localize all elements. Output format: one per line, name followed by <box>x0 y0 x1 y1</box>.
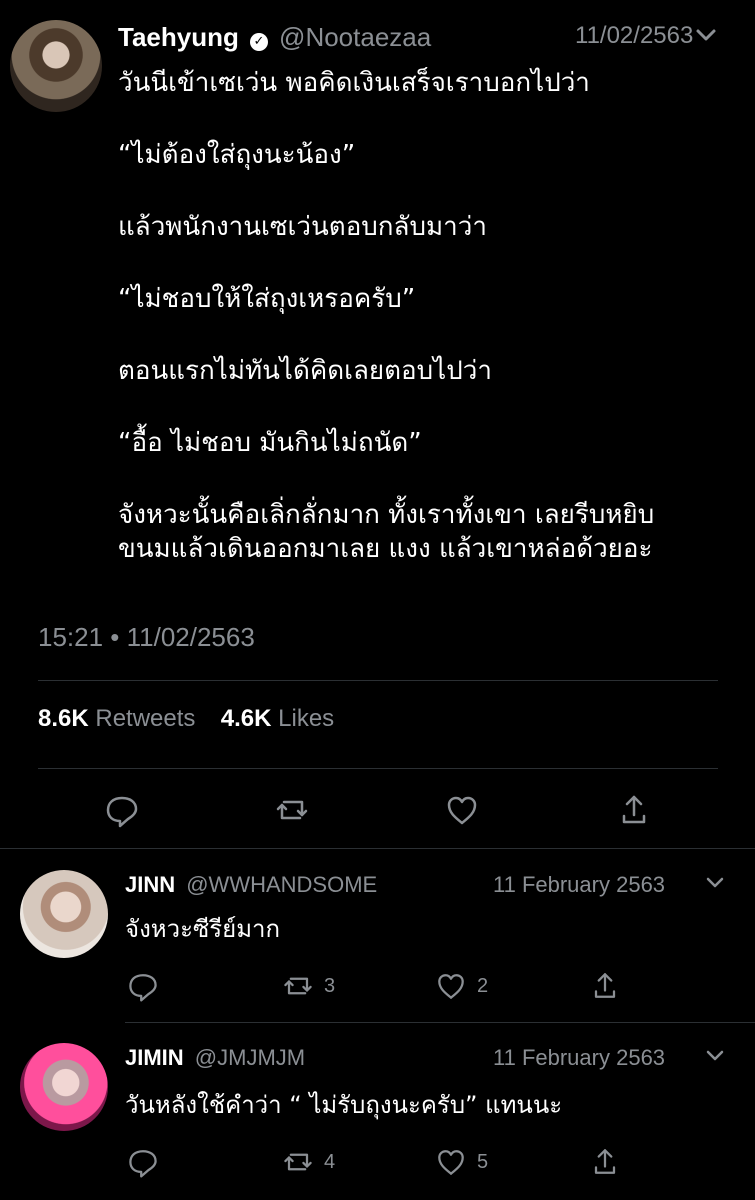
retweet-action[interactable]: 3 <box>280 968 335 1004</box>
likes-count[interactable]: 4.6K <box>221 705 272 732</box>
share-icon[interactable] <box>587 968 623 1004</box>
reply-icon[interactable] <box>102 790 142 830</box>
author-name[interactable]: Taehyung <box>118 22 239 52</box>
divider <box>125 1022 755 1023</box>
avatar[interactable] <box>20 870 108 958</box>
tweet-line: จังหวะนั้นคือเลิ่กลั่กมาก ทั้งเราทั้งเขา… <box>118 500 655 530</box>
divider <box>0 848 755 849</box>
retweet-icon[interactable] <box>272 790 312 830</box>
reply-icon[interactable] <box>125 1144 161 1180</box>
divider <box>38 768 718 769</box>
retweet-count: 3 <box>324 974 336 997</box>
reply-author-name[interactable]: JIMIN <box>125 1045 184 1070</box>
reply-action-bar: 3 2 <box>125 968 645 1008</box>
retweet-action[interactable]: 4 <box>280 1144 335 1180</box>
like-action[interactable]: 5 <box>433 1144 488 1180</box>
chevron-down-icon[interactable] <box>694 25 718 45</box>
tweet-line: แล้วพนักงานเซเว่นตอบกลับมาว่า <box>118 212 487 242</box>
reply-author-handle[interactable]: @JMJMJM <box>195 1045 305 1070</box>
reply-text: จังหวะซีรีย์มาก <box>125 915 281 943</box>
share-icon[interactable] <box>587 1144 623 1180</box>
reply-action-bar: 4 5 <box>125 1144 645 1184</box>
reply-date: 11 February 2563 <box>493 1045 666 1070</box>
like-count: 5 <box>477 1150 489 1173</box>
author-handle[interactable]: @Nootaezaa <box>279 22 431 52</box>
retweets-count[interactable]: 8.6K <box>38 705 89 732</box>
reply-header: JINN @WWHANDSOME <box>125 872 545 898</box>
chevron-down-icon[interactable] <box>704 874 726 892</box>
retweets-label[interactable]: Retweets <box>95 705 195 732</box>
likes-label[interactable]: Likes <box>278 705 334 732</box>
reply-date: 11 February 2563 <box>493 872 666 897</box>
like-action[interactable]: 2 <box>433 968 488 1004</box>
action-bar <box>102 790 682 830</box>
reply-icon[interactable] <box>125 968 161 1004</box>
tweet-line: “ไม่ชอบให้ใส่ถุงเหรอครับ” <box>118 284 416 314</box>
reply-header: JIMIN @JMJMJM <box>125 1045 545 1071</box>
chevron-down-icon[interactable] <box>704 1047 726 1065</box>
verified-badge-icon: ✓ <box>249 32 268 51</box>
retweet-icon <box>284 977 312 995</box>
share-icon[interactable] <box>614 790 654 830</box>
tweet-date: 11/02/2563 <box>575 22 694 49</box>
tweet-line: ขนมแล้วเดินออกมาเลย แงง แล้วเขาหล่อด้วยอ… <box>118 534 653 564</box>
reply-author-name[interactable]: JINN <box>125 872 175 897</box>
tweet-line: “อื้อ ไม่ชอบ มันกินไม่ถนัด” <box>118 428 422 458</box>
avatar[interactable] <box>20 1043 108 1131</box>
reply-author-handle[interactable]: @WWHANDSOME <box>186 872 377 897</box>
tweet-line: “ไม่ต้องใส่ถุงนะน้อง” <box>118 140 356 170</box>
retweet-icon <box>284 1153 312 1171</box>
like-icon <box>438 1150 464 1175</box>
tweet-body: วันนีเข้าเซเว่น พอคิดเงินเสร็จเราบอกไปว่… <box>118 66 738 586</box>
like-count: 2 <box>477 974 489 997</box>
divider <box>38 680 718 681</box>
tweet-stats: 8.6K Retweets 4.6K Likes <box>38 705 334 733</box>
tweet-line: วันนีเข้าเซเว่น พอคิดเงินเสร็จเราบอกไปว่… <box>118 68 590 98</box>
like-icon <box>438 974 464 999</box>
tweet-line: ตอนแรกไม่ทันได้คิดเลยตอบไปว่า <box>118 356 492 386</box>
avatar[interactable] <box>10 20 102 112</box>
reply-text: วันหลังใช้คำว่า “ ไม่รับถุงนะครับ” แทนนะ <box>125 1091 563 1119</box>
like-icon[interactable] <box>442 790 482 830</box>
tweet-timestamp: 15:21 • 11/02/2563 <box>38 622 255 652</box>
retweet-count: 4 <box>324 1150 336 1173</box>
